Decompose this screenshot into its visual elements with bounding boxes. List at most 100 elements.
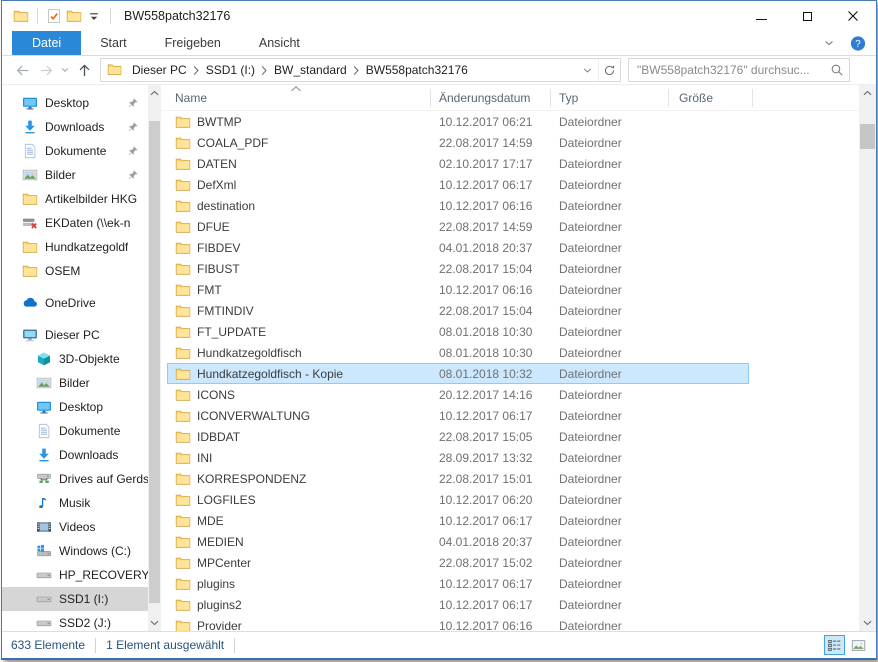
search-icon[interactable] (825, 59, 849, 81)
address-bar[interactable]: Dieser PC SSD1 (I:) BW_standard BW558pat… (100, 58, 621, 82)
scroll-down-icon[interactable] (148, 615, 161, 631)
file-modified-date: 04.01.2018 20:37 (431, 237, 551, 258)
new-folder-button[interactable] (64, 6, 84, 26)
file-row[interactable]: destination 10.12.2017 06:16 Dateiordner (161, 195, 859, 216)
sidebar-item[interactable]: Desktop (2, 91, 148, 115)
explorer-icon (11, 6, 31, 26)
drive-icon (36, 567, 52, 583)
sidebar-item[interactable]: OneDrive (2, 291, 148, 315)
file-row[interactable]: MEDIEN 04.01.2018 20:37 Dateiordner (161, 531, 859, 552)
sidebar-item[interactable]: Downloads (2, 443, 148, 467)
forward-button[interactable] (34, 58, 58, 82)
sidebar-item[interactable]: HP_RECOVERY ( (2, 563, 148, 587)
sidebar-item[interactable]: Dokumente (2, 139, 148, 163)
ribbon-tab[interactable]: Freigeben (146, 31, 240, 55)
thumbnails-view-button[interactable] (848, 635, 869, 655)
up-button[interactable] (72, 58, 96, 82)
file-type: Dateiordner (551, 111, 669, 132)
file-row[interactable]: INI 28.09.2017 13:32 Dateiordner (161, 447, 859, 468)
file-size (669, 615, 753, 631)
column-header-size[interactable]: Größe (669, 89, 753, 107)
file-row[interactable]: FMT 10.12.2017 06:16 Dateiordner (161, 279, 859, 300)
file-row[interactable]: FT_UPDATE 08.01.2018 10:30 Dateiordner (161, 321, 859, 342)
file-type: Dateiordner (551, 321, 669, 342)
file-modified-date: 04.01.2018 20:37 (431, 531, 551, 552)
breadcrumb-item[interactable]: SSD1 (I:) (201, 59, 269, 81)
file-row[interactable]: FIBUST 22.08.2017 15:04 Dateiordner (161, 258, 859, 279)
file-row[interactable]: DATEN 02.10.2017 17:17 Dateiordner (161, 153, 859, 174)
help-icon[interactable]: ? (850, 35, 866, 51)
details-view-button[interactable] (824, 635, 845, 655)
breadcrumb-item[interactable]: Dieser PC (127, 59, 201, 81)
scroll-up-icon[interactable] (859, 85, 876, 101)
sidebar-item[interactable]: SSD1 (I:) (2, 587, 148, 611)
ribbon-tab[interactable]: Datei (12, 31, 81, 55)
folder-icon (175, 114, 191, 130)
ribbon-tab[interactable]: Ansicht (240, 31, 319, 55)
file-row[interactable]: ICONVERWALTUNG 10.12.2017 06:17 Dateiord… (161, 405, 859, 426)
breadcrumb-item[interactable]: BW558patch32176 (361, 59, 473, 81)
sidebar-item[interactable]: Drives auf Gerds (2, 467, 148, 491)
refresh-icon[interactable] (598, 59, 620, 81)
sidebar-item[interactable]: Windows (C:) (2, 539, 148, 563)
file-name: IDBDAT (197, 430, 240, 444)
collapse-ribbon-icon[interactable] (821, 35, 837, 51)
scrollbar-thumb[interactable] (149, 121, 160, 603)
scroll-down-icon[interactable] (859, 615, 876, 631)
sidebar-item[interactable]: Dokumente (2, 419, 148, 443)
minimize-button[interactable] (738, 1, 784, 31)
file-row[interactable]: Provider 10.12.2017 06:16 Dateiordner (161, 615, 859, 631)
file-modified-date: 22.08.2017 15:04 (431, 258, 551, 279)
file-row[interactable]: DFUE 22.08.2017 14:59 Dateiordner (161, 216, 859, 237)
scrollbar-thumb[interactable] (860, 124, 875, 149)
file-row[interactable]: MDE 10.12.2017 06:17 Dateiordner (161, 510, 859, 531)
column-header-type[interactable]: Typ (551, 89, 669, 107)
address-dropdown-button[interactable] (576, 59, 598, 81)
file-row[interactable]: Hundkatzegoldfisch 08.01.2018 10:30 Date… (161, 342, 859, 363)
file-name: Hundkatzegoldfisch - Kopie (197, 367, 343, 381)
sidebar-item[interactable]: Downloads (2, 115, 148, 139)
customize-quick-access-button[interactable] (84, 6, 104, 26)
maximize-button[interactable] (784, 1, 830, 31)
sidebar-scrollbar[interactable] (148, 85, 161, 631)
file-row[interactable]: BWTMP 10.12.2017 06:21 Dateiordner (161, 111, 859, 132)
breadcrumb-item[interactable]: BW_standard (269, 59, 361, 81)
sidebar-item[interactable]: 3D-Objekte (2, 347, 148, 371)
sidebar-item[interactable]: EKDaten (\\ek-n (2, 211, 148, 235)
close-button[interactable] (830, 1, 876, 31)
ribbon-right-controls: ? (821, 31, 876, 55)
file-row[interactable]: Hundkatzegoldfisch - Kopie 08.01.2018 10… (161, 363, 859, 384)
network-drive-icon (36, 471, 52, 487)
file-row[interactable]: FMTINDIV 22.08.2017 15:04 Dateiordner (161, 300, 859, 321)
scroll-up-icon[interactable] (148, 85, 161, 101)
list-scrollbar[interactable] (859, 85, 876, 631)
sidebar-item[interactable]: OSEM (2, 259, 148, 283)
ribbon-tab[interactable]: Start (81, 31, 145, 55)
sidebar-item[interactable]: SSD2 (J:) (2, 611, 148, 631)
file-row[interactable]: LOGFILES 10.12.2017 06:20 Dateiordner (161, 489, 859, 510)
search-input[interactable] (629, 63, 825, 77)
file-row[interactable]: KORRESPONDENZ 22.08.2017 15:01 Dateiordn… (161, 468, 859, 489)
file-row[interactable]: MPCenter 22.08.2017 15:02 Dateiordner (161, 552, 859, 573)
file-modified-date: 10.12.2017 06:17 (431, 573, 551, 594)
sidebar-item[interactable]: Videos (2, 515, 148, 539)
file-row[interactable]: plugins 10.12.2017 06:17 Dateiordner (161, 573, 859, 594)
file-row[interactable]: plugins2 10.12.2017 06:17 Dateiordner (161, 594, 859, 615)
sidebar-item[interactable]: Bilder (2, 163, 148, 187)
sidebar-item[interactable]: Dieser PC (2, 323, 148, 347)
sidebar-item[interactable]: Musik (2, 491, 148, 515)
sidebar-item[interactable]: Desktop (2, 395, 148, 419)
properties-button[interactable] (44, 6, 64, 26)
column-header-modified[interactable]: Änderungsdatum (431, 89, 551, 107)
file-row[interactable]: COALA_PDF 22.08.2017 14:59 Dateiordner (161, 132, 859, 153)
recent-locations-button[interactable] (58, 58, 72, 82)
file-row[interactable]: FIBDEV 04.01.2018 20:37 Dateiordner (161, 237, 859, 258)
file-type: Dateiordner (551, 594, 669, 615)
sidebar-item[interactable]: Bilder (2, 371, 148, 395)
file-row[interactable]: ICONS 20.12.2017 14:16 Dateiordner (161, 384, 859, 405)
file-row[interactable]: IDBDAT 22.08.2017 15:05 Dateiordner (161, 426, 859, 447)
sidebar-item[interactable]: Artikelbilder HKG (2, 187, 148, 211)
file-row[interactable]: DefXml 10.12.2017 06:17 Dateiordner (161, 174, 859, 195)
back-button[interactable] (10, 58, 34, 82)
sidebar-item[interactable]: Hundkatzegoldf (2, 235, 148, 259)
